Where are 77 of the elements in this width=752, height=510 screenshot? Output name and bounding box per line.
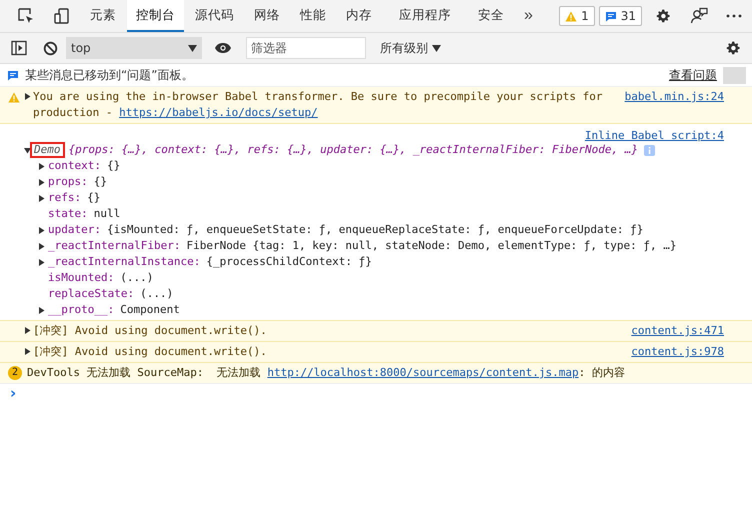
feedback-icon[interactable] xyxy=(690,7,708,25)
source-map-link[interactable]: http://localhost:8000/sourcemaps/content.js.map xyxy=(267,366,579,379)
source-link[interactable]: content.js:471 xyxy=(631,323,724,339)
message-count-button[interactable]: 31 xyxy=(598,6,642,26)
notice-text: 某些消息已移动到“问题”面板。 xyxy=(25,66,194,84)
message-icon xyxy=(604,10,617,22)
expand-arrow-icon[interactable] xyxy=(24,93,31,100)
property-name: isMounted: xyxy=(48,270,114,286)
more-options-icon[interactable] xyxy=(726,14,742,18)
warning-icon xyxy=(8,92,20,103)
panel-tab[interactable]: 网络 xyxy=(245,0,289,32)
property-name: _reactInternalInstance: xyxy=(48,254,200,270)
warning-icon xyxy=(565,10,578,22)
panel-tab[interactable]: 安全 xyxy=(469,0,513,32)
inspect-icon[interactable] xyxy=(17,7,35,25)
sidebar-toggle-icon[interactable] xyxy=(11,40,27,56)
console-settings-icon[interactable] xyxy=(725,40,742,56)
property-name: context: xyxy=(48,158,101,174)
caret-icon xyxy=(188,44,197,52)
property-name: refs: xyxy=(48,190,82,206)
property-name: state: xyxy=(48,206,88,222)
expand-arrow-icon[interactable] xyxy=(38,162,45,170)
settings-icon[interactable] xyxy=(655,8,672,24)
info-icon xyxy=(644,144,656,156)
property-name: replaceState: xyxy=(48,286,134,302)
expand-arrow-icon[interactable] xyxy=(38,226,45,234)
source-link[interactable]: content.js:978 xyxy=(631,344,724,360)
warning-count-button[interactable]: 1 xyxy=(559,6,595,26)
property-value: {} xyxy=(106,158,120,174)
warning-text: [冲突] Avoid using document.write(). xyxy=(33,323,267,339)
caret-icon xyxy=(432,44,441,52)
warning-text: You are using the in-browser Babel transformer. Be sure to precompile your scripts for production - https://babeljs.io/docs/setup/ xyxy=(33,89,604,121)
source-link[interactable]: babel.min.js:24 xyxy=(624,89,724,105)
eye-icon[interactable] xyxy=(214,42,232,54)
property-value: {} xyxy=(94,174,107,190)
source-link[interactable]: Inline Babel script:4 xyxy=(584,129,724,142)
panel-tab[interactable]: 元素 xyxy=(81,0,125,32)
expand-arrow-icon[interactable] xyxy=(38,258,45,266)
panel-tab[interactable]: 性能 xyxy=(291,0,335,32)
object-summary: {props: {…}, context: {…}, refs: {…}, updater: {…}, _reactInternalFiber: FiberNode, …} xyxy=(68,142,638,158)
property-value: {isMounted: ƒ, enqueueSetState: ƒ, enqueueReplaceState: ƒ, enqueueForceUpdate: ƒ} xyxy=(106,222,644,238)
property-name: _reactInternalFiber: xyxy=(48,238,180,254)
panel-tab[interactable]: 源代码 xyxy=(186,0,243,32)
device-icon[interactable] xyxy=(53,7,71,25)
source-map-message: DevTools 无法加载 SourceMap: 无法加载 http://localhost:8000/sourcemaps/content.js.map: 的内容 xyxy=(27,365,625,381)
property-value: {_processChildContext: ƒ} xyxy=(206,254,372,270)
clear-console-icon[interactable] xyxy=(43,40,58,56)
panel-tab[interactable]: 控制台 xyxy=(127,0,184,32)
property-name: updater: xyxy=(48,222,101,238)
expand-arrow-icon[interactable] xyxy=(38,178,45,186)
expand-arrow-icon[interactable] xyxy=(38,242,45,250)
collapse-arrow-icon[interactable] xyxy=(24,146,31,154)
repeat-count: 2 xyxy=(8,366,22,380)
property-value: (...) xyxy=(120,270,154,286)
console-prompt[interactable]: › xyxy=(10,384,16,402)
message-icon xyxy=(7,70,19,80)
view-issues-button[interactable]: 查看问题 xyxy=(669,66,746,84)
property-name: props: xyxy=(48,174,88,190)
property-value: FiberNode {tag: 1, key: null, stateNode: Demo, elementType: ƒ, type: ƒ, …} xyxy=(186,238,677,254)
expand-arrow-icon[interactable] xyxy=(38,194,45,202)
property-value: null xyxy=(94,206,120,222)
property-value: (...) xyxy=(140,286,174,302)
docs-link[interactable]: https://babeljs.io/docs/setup/ xyxy=(119,106,318,119)
expand-arrow-icon[interactable] xyxy=(24,348,31,355)
expand-arrow-icon[interactable] xyxy=(24,327,31,334)
property-name: __proto__: xyxy=(48,302,114,318)
object-name: Demo xyxy=(30,142,64,158)
panel-tab[interactable]: 应用程序 xyxy=(383,0,467,32)
context-dropdown[interactable]: top xyxy=(66,37,202,59)
panel-tab[interactable]: 内存 xyxy=(337,0,381,32)
filter-field[interactable]: 筛选器 xyxy=(246,37,366,59)
log-levels-dropdown[interactable]: 所有级别 xyxy=(374,38,447,58)
warning-text: [冲突] Avoid using document.write(). xyxy=(33,344,267,360)
property-value: Component xyxy=(120,302,180,318)
property-value: {} xyxy=(87,190,100,206)
expand-arrow-icon[interactable] xyxy=(38,306,45,314)
more-tabs-button[interactable]: » xyxy=(514,7,543,25)
